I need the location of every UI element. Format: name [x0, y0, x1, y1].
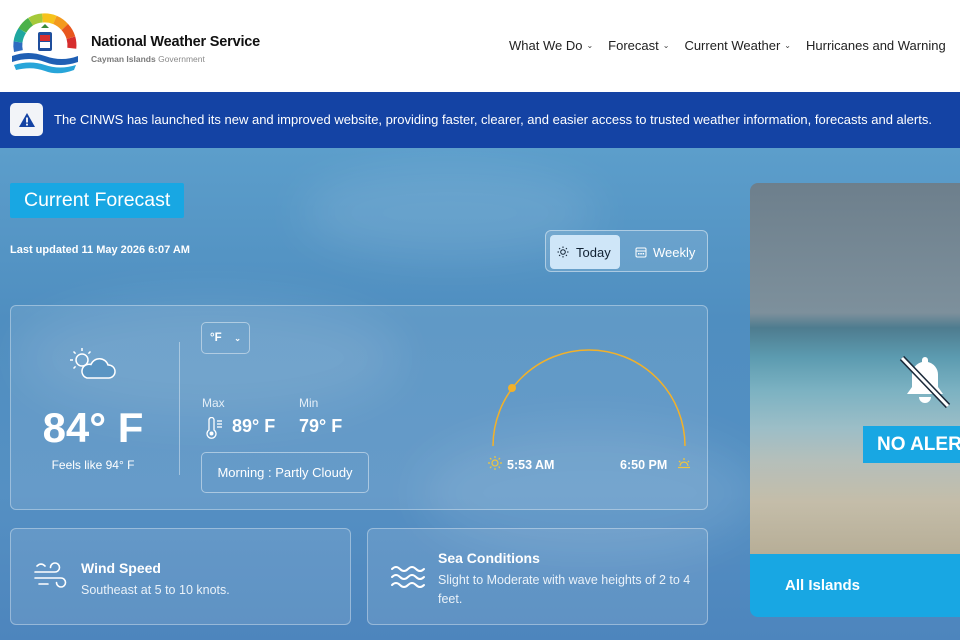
- current-conditions-card: 84° F Feels like 94° F °F ⌄ Max Min 89° F…: [10, 305, 708, 510]
- max-temperature: 89° F: [232, 416, 276, 436]
- sunset-time: 6:50 PM: [620, 458, 668, 472]
- max-label: Max: [202, 396, 225, 410]
- today-button[interactable]: Today: [550, 235, 620, 269]
- min-temperature: 79° F: [299, 416, 343, 436]
- wind-speed-card: Wind Speed Southeast at 5 to 10 knots.: [10, 528, 351, 625]
- view-toggle: Today Weekly: [545, 230, 708, 272]
- sea-description: Slight to Moderate with wave heights of …: [438, 573, 691, 606]
- announcement-banner: The CINWS has launched its new and impro…: [0, 92, 960, 148]
- forecast-section: Current Forecast Last updated 11 May 202…: [0, 148, 960, 640]
- chevron-down-icon: ⌄: [662, 41, 670, 50]
- sea-conditions-card: Sea Conditions Slight to Moderate with w…: [367, 528, 708, 625]
- chevron-down-icon: ⌄: [784, 41, 791, 50]
- calendar-icon: [635, 247, 647, 258]
- current-temperature: 84° F: [42, 404, 144, 451]
- nav-current-weather[interactable]: Current Weather ⌄: [684, 38, 791, 53]
- site-subtitle: Cayman Islands Government: [91, 54, 205, 64]
- last-updated: Last updated 11 May 2026 6:07 AM: [10, 244, 190, 256]
- nav-forecast[interactable]: Forecast ⌄: [608, 38, 669, 53]
- wind-icon: [34, 562, 67, 588]
- sunrise-time: 5:53 AM: [507, 458, 555, 472]
- section-title: Current Forecast: [10, 183, 185, 218]
- thermometer-icon: [206, 417, 222, 439]
- nav-what-we-do[interactable]: What We Do ⌄: [509, 38, 593, 53]
- alert-status: NO ALER: [863, 426, 960, 463]
- partly-cloudy-icon: [70, 348, 116, 379]
- alert-region: All Islands: [785, 577, 861, 594]
- weekly-button[interactable]: Weekly: [630, 235, 695, 269]
- alerts-panel[interactable]: NO ALER All Islands: [750, 183, 960, 617]
- condition-summary: Morning : Partly Cloudy: [201, 452, 369, 493]
- wind-description: Southeast at 5 to 10 knots.: [81, 583, 230, 597]
- site-header: National Weather Service Cayman Islands …: [0, 0, 960, 92]
- nav-hurricanes[interactable]: Hurricanes and Warning: [806, 38, 946, 53]
- warning-icon: [10, 103, 43, 136]
- feels-like: Feels like 94° F: [51, 458, 135, 472]
- wind-title: Wind Speed: [81, 560, 161, 576]
- sun-position-marker: [508, 384, 516, 392]
- sun-icon: [557, 246, 569, 258]
- sunset-icon: [678, 458, 690, 469]
- sun-arc: [492, 349, 686, 447]
- unit-select[interactable]: °F ⌄: [201, 322, 250, 354]
- alert-region-bar: All Islands: [750, 554, 960, 617]
- sea-title: Sea Conditions: [438, 550, 540, 566]
- cayman-islands-logo[interactable]: [10, 10, 80, 80]
- divider: [179, 342, 180, 475]
- bell-off-icon: [899, 355, 951, 409]
- waves-icon: [391, 566, 425, 588]
- banner-text[interactable]: The CINWS has launched its new and impro…: [54, 112, 932, 127]
- sunrise-icon: [488, 456, 502, 470]
- chevron-down-icon: ⌄: [234, 334, 241, 343]
- site-title[interactable]: National Weather Service: [91, 34, 260, 50]
- chevron-down-icon: ⌄: [586, 41, 594, 50]
- main-nav: What We Do ⌄ Forecast ⌄ Current Weather ⌄ H…: [509, 38, 960, 53]
- min-label: Min: [299, 396, 319, 410]
